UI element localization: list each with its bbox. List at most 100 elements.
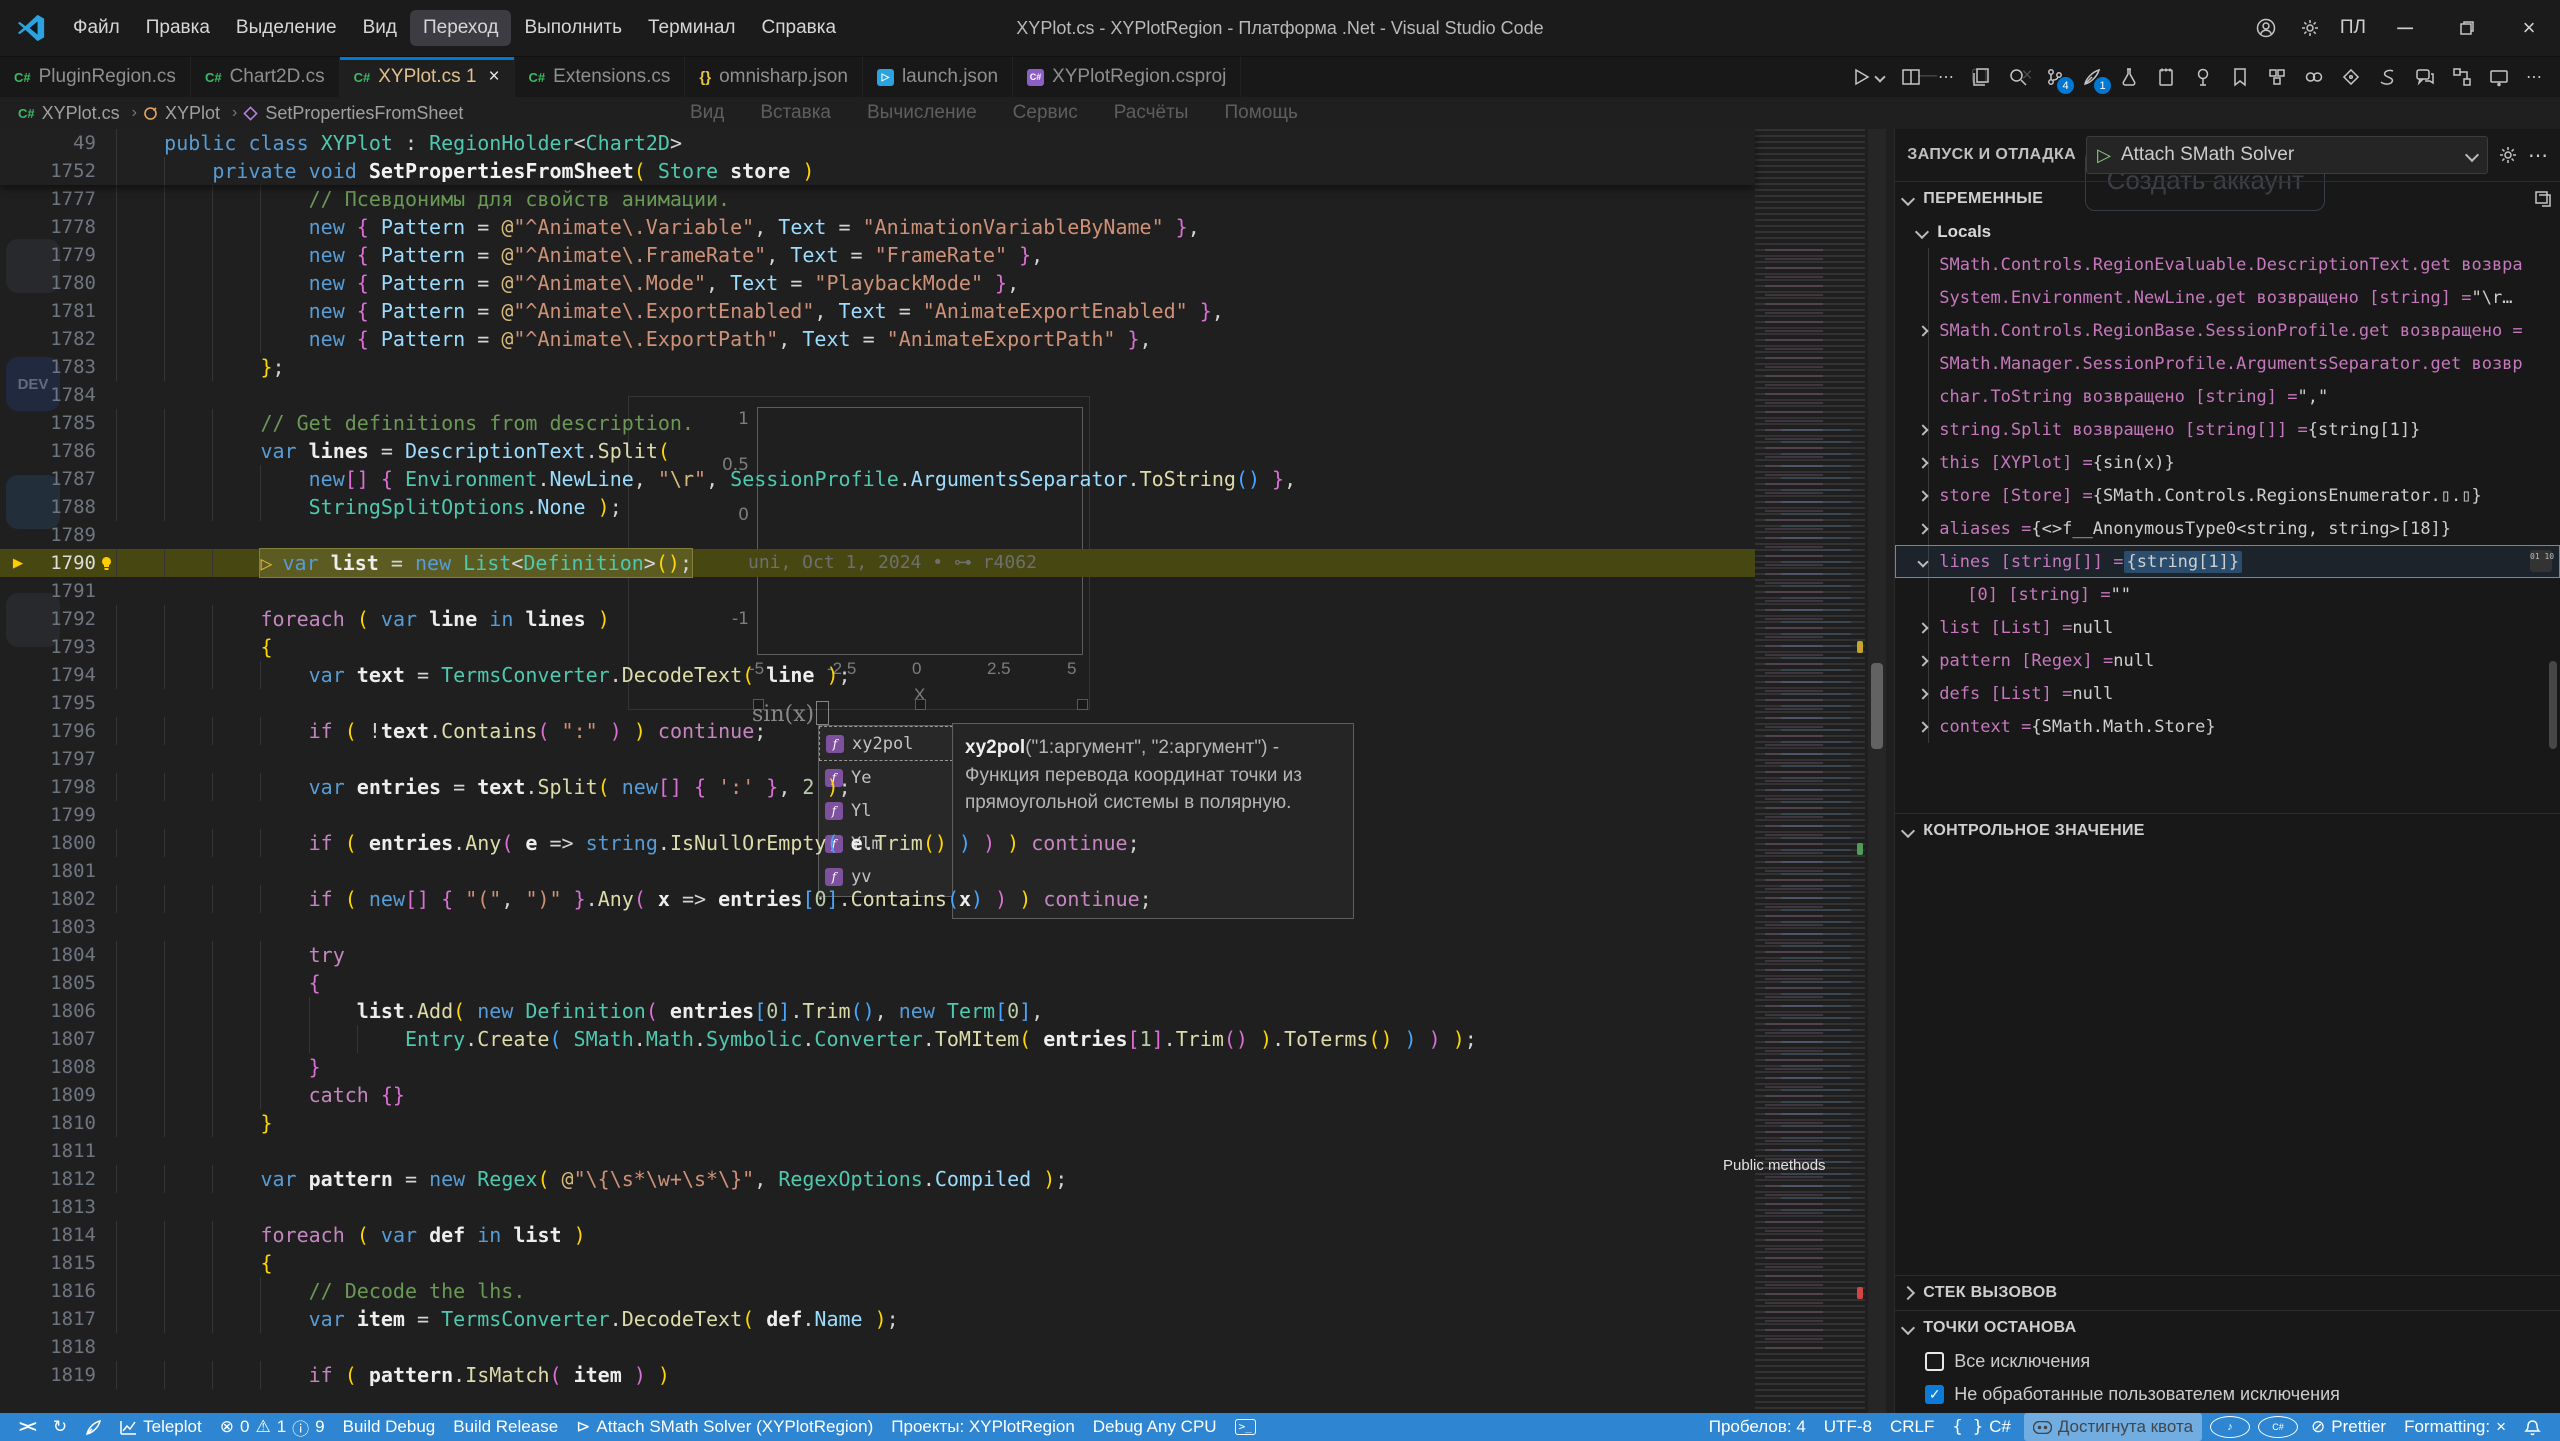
close-button[interactable]: × [2498,0,2560,56]
quill-icon[interactable]: 1 [2082,67,2102,87]
more-extensions-icon[interactable]: ⋯ [2526,67,2542,87]
watch-section-header[interactable]: КОНТРОЛЬНОЕ ЗНАЧЕНИЕ [1895,813,2560,848]
code-line-1811[interactable]: 1811 [0,1137,1755,1165]
close-tab-icon[interactable]: × [488,66,499,88]
keyboard-layout-indicator[interactable]: ПЛ [2332,17,2374,39]
references-icon[interactable] [2452,67,2472,87]
code-line-1797[interactable]: 1797 [0,745,1755,773]
code-line-1805[interactable]: 1805{ [0,969,1755,997]
bookmark-icon[interactable] [2230,67,2250,87]
comments-icon[interactable] [2415,67,2435,87]
menu-item-Вид[interactable]: Вид [350,10,410,46]
code-line-1810[interactable]: 1810} [0,1109,1755,1137]
pages-icon[interactable] [1971,67,1991,87]
variable-row[interactable]: context = {SMath.Math.Store} [1895,710,2560,743]
gem-icon[interactable] [2341,67,2361,87]
variable-row[interactable]: string.Split возвращено [string[]] = {st… [1895,413,2560,446]
variables-section-header[interactable]: ПЕРЕМЕННЫЕ [1895,181,2560,216]
code-line-1814[interactable]: 1814foreach ( var def in list ) [0,1221,1755,1249]
variable-row[interactable]: this [XYPlot] = {sin(x)} [1895,446,2560,479]
minimize-button[interactable]: ─ [2374,0,2436,56]
code-line-1788[interactable]: 1788StringSplitOptions.None ); [0,493,1755,521]
account-icon[interactable] [2244,0,2288,56]
breakpoint-row[interactable]: ✓XYPlot.cs2226 [1895,1411,2560,1413]
code-line-1799[interactable]: 1799 [0,801,1755,829]
breadcrumb-class[interactable]: XYPlot [143,103,220,124]
locals-scope-header[interactable]: Locals [1895,216,2560,248]
code-line-1784[interactable]: 1784 [0,381,1755,409]
code-line-1798[interactable]: 1798var entries = text.Split( new[] { ':… [0,773,1755,801]
variable-row[interactable]: defs [List] = null [1895,677,2560,710]
breadcrumb-file[interactable]: C# XYPlot.cs [18,103,120,124]
debug-settings-gear-icon[interactable] [2498,145,2518,165]
beaker-icon[interactable] [2119,67,2139,87]
menu-item-Выделение[interactable]: Выделение [223,10,350,46]
build-release-button[interactable]: Build Release [444,1413,567,1441]
remote-indicator-icon[interactable]: >< [10,1413,44,1441]
code-line-1796[interactable]: 1796if ( !text.Contains( ":" ) ) continu… [0,717,1755,745]
code-line-1818[interactable]: 1818 [0,1333,1755,1361]
tab-launch.json[interactable]: ▷launch.json [863,57,1013,97]
code-line-1807[interactable]: 1807Entry.Create( SMath.Math.Symbolic.Co… [0,1025,1755,1053]
code-line-1809[interactable]: 1809catch {} [0,1081,1755,1109]
source-control-icon[interactable]: 4 [2045,67,2065,87]
copilot-quota-item[interactable]: Достигнута квота [2024,1413,2202,1441]
code-line-1777[interactable]: 1777// Псевдонимы для свойств анимации. [0,185,1755,213]
sync-icon[interactable]: ↻ [44,1413,76,1441]
code-line-1785[interactable]: 1785// Get definitions from description. [0,409,1755,437]
stylized-s-icon[interactable] [2378,67,2398,87]
code-line-1806[interactable]: 1806list.Add( new Definition( entries[0]… [0,997,1755,1025]
code-line-49[interactable]: 49public class XYPlot : RegionHolder<Cha… [0,129,1755,157]
settings-gear-icon[interactable] [2288,0,2332,56]
breakpoint-checkbox[interactable]: ✓ [1925,1385,1944,1404]
indentation-item[interactable]: Пробелов: 4 [1700,1413,1815,1441]
build-debug-button[interactable]: Build Debug [334,1413,445,1441]
binary-value-icon[interactable]: 01 10 [2530,550,2552,572]
minimap[interactable] [1755,129,1865,1413]
panel-more-icon[interactable]: ⋯ [2528,143,2548,168]
restore-button[interactable] [2436,0,2498,56]
variable-row[interactable]: [0] [string] = "" [1895,578,2560,611]
code-line-1783[interactable]: 1783}; [0,353,1755,381]
code-line-1819[interactable]: 1819if ( pattern.IsMatch( item ) ) [0,1361,1755,1389]
code-line-1792[interactable]: 1792foreach ( var line in lines ) [0,605,1755,633]
terminal-icon[interactable]: >_ [1226,1413,1265,1441]
code-line-1780[interactable]: 1780new { Pattern = @"^Animate\.Mode", T… [0,269,1755,297]
code-line-1800[interactable]: 1800if ( entries.Any( e => string.IsNull… [0,829,1755,857]
debug-config-dropdown[interactable]: ▷ Attach SMath Solver [2086,136,2488,174]
attach-debugger-item[interactable]: ⊳ Attach SMath Solver (XYPlotRegion) [567,1413,882,1441]
variable-row[interactable]: SMath.Controls.RegionEvaluable.Descripti… [1895,248,2560,281]
code-line-1791[interactable]: 1791 [0,577,1755,605]
code-line-1815[interactable]: 1815{ [0,1249,1755,1277]
code-line-1802[interactable]: 1802if ( new[] { "(", ")" }.Any( x => en… [0,885,1755,913]
variable-row[interactable]: aliases = {<>f__AnonymousType0<string, s… [1895,512,2560,545]
code-line-1795[interactable]: 1795 [0,689,1755,717]
variable-row[interactable]: lines [string[]] = {string[1]}01 10 [1895,545,2560,578]
language-mode-item[interactable]: { } C# [1943,1413,2019,1441]
code-line-1817[interactable]: 1817var item = TermsConverter.DecodeText… [0,1305,1755,1333]
run-button[interactable] [1851,67,1884,87]
projects-item[interactable]: Проекты: XYPlotRegion [882,1413,1084,1441]
variable-row[interactable]: pattern [Regex] = null [1895,644,2560,677]
variable-row[interactable]: store [Store] = {SMath.Controls.RegionsE… [1895,479,2560,512]
panel-layout-icon[interactable] [2534,190,2552,208]
split-editor-icon[interactable] [1901,67,1921,87]
code-line-1786[interactable]: 1786var lines = DescriptionText.Split( [0,437,1755,465]
problems-item[interactable]: ⊗0 ⚠1 ⓘ9 [211,1413,334,1441]
breakpoint-row[interactable]: ✓Не обработанные пользователем исключени… [1895,1378,2560,1411]
menu-item-Переход[interactable]: Переход [410,10,511,46]
tab-XYPlotRegion.csproj[interactable]: C#XYPlotRegion.csproj [1013,57,1241,97]
encoding-item[interactable]: UTF-8 [1815,1413,1881,1441]
prettier-item[interactable]: ⊘ Prettier [2302,1413,2395,1441]
search-icon[interactable] [2008,67,2028,87]
code-lines[interactable]: 1777// Псевдонимы для свойств анимации. 1… [0,185,1755,1389]
code-line-1803[interactable]: 1803 [0,913,1755,941]
code-line-1790[interactable]: ▶1790▷var list = new List<Definition>();… [0,549,1755,577]
tab-Chart2D.cs[interactable]: C#Chart2D.cs [191,57,340,97]
code-line-1781[interactable]: 1781new { Pattern = @"^Animate\.ExportEn… [0,297,1755,325]
code-line-1782[interactable]: 1782new { Pattern = @"^Animate\.ExportPa… [0,325,1755,353]
teleplot-item[interactable]: Teleplot [111,1413,211,1441]
code-line-1787[interactable]: 1787new[] { Environment.NewLine, "\r", S… [0,465,1755,493]
csharp-circle-icon[interactable]: C# [2258,1416,2298,1438]
code-line-1793[interactable]: 1793{ [0,633,1755,661]
